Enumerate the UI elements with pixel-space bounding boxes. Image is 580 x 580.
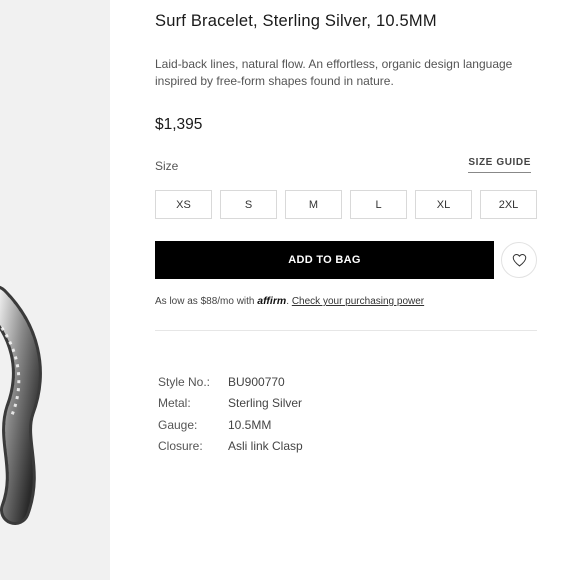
size-guide-link[interactable]: SIZE GUIDE xyxy=(468,157,531,173)
heart-icon xyxy=(512,254,526,267)
size-options: XS S M L XL 2XL xyxy=(155,190,537,219)
size-option-s[interactable]: S xyxy=(220,190,277,219)
spec-value: Sterling Silver xyxy=(228,396,303,411)
affirm-logo: affirm xyxy=(257,295,287,307)
size-option-xs[interactable]: XS xyxy=(155,190,212,219)
product-specs: Style No.: BU900770 Metal: Sterling Silv… xyxy=(158,371,303,457)
spec-key: Style No.: xyxy=(158,374,211,389)
financing-message: As low as $88/mo with affirm. Check your… xyxy=(155,295,425,307)
spec-key: Metal: xyxy=(158,396,191,411)
spec-value: BU900770 xyxy=(228,374,285,389)
financing-prefix: As low as $88/mo with xyxy=(155,296,255,307)
size-option-2xl[interactable]: 2XL xyxy=(480,190,537,219)
spec-value: Asli link Clasp xyxy=(228,439,303,454)
spec-row-metal: Metal: Sterling Silver xyxy=(158,393,303,415)
spec-value: 10.5MM xyxy=(228,417,272,432)
size-option-l[interactable]: L xyxy=(350,190,407,219)
spec-key: Closure: xyxy=(158,439,203,454)
add-to-bag-button[interactable]: ADD TO BAG xyxy=(155,241,494,279)
product-price: $1,395 xyxy=(155,116,203,133)
divider xyxy=(155,330,537,331)
spec-row-style: Style No.: BU900770 xyxy=(158,371,303,393)
bracelet-image xyxy=(0,285,42,525)
product-description: Laid-back lines, natural flow. An effort… xyxy=(155,57,513,88)
spec-row-gauge: Gauge: 10.5MM xyxy=(158,414,303,436)
product-image[interactable] xyxy=(0,0,110,580)
spec-row-closure: Closure: Asli link Clasp xyxy=(158,436,303,458)
product-title: Surf Bracelet, Sterling Silver, 10.5MM xyxy=(155,12,437,30)
spec-key: Gauge: xyxy=(158,417,198,432)
wishlist-button[interactable] xyxy=(501,242,537,278)
size-option-m[interactable]: M xyxy=(285,190,342,219)
size-label: Size xyxy=(155,159,179,173)
size-option-xl[interactable]: XL xyxy=(415,190,472,219)
purchasing-power-link[interactable]: Check your purchasing power xyxy=(292,296,424,307)
